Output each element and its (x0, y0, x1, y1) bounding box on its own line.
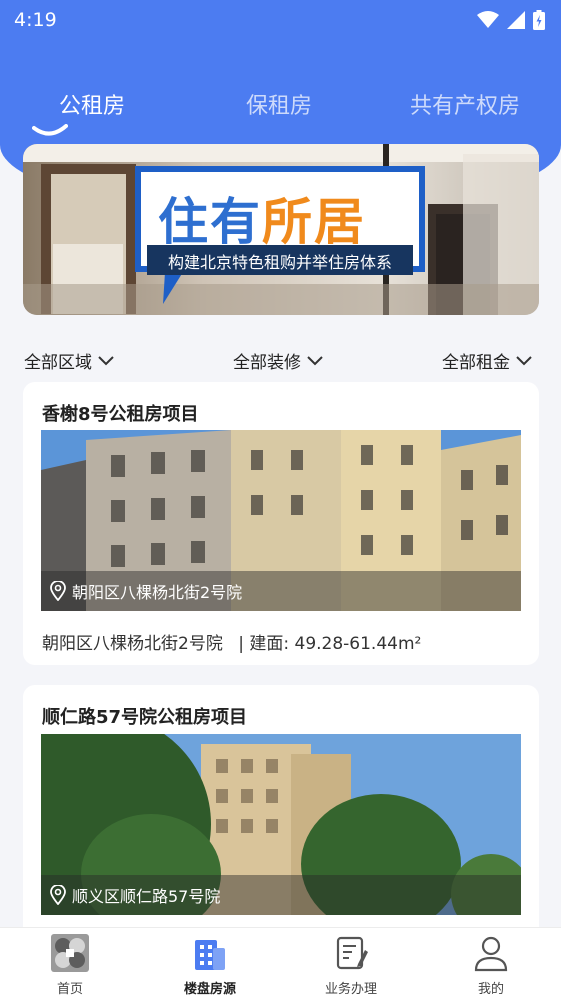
active-tab-indicator (32, 124, 68, 136)
nav-label-home: 首页 (56, 982, 83, 997)
banner-subtitle: 构建北京特色租购并举住房体系 (167, 253, 392, 272)
filter-rent-label: 全部租金 (442, 353, 510, 373)
listing-card[interactable]: 顺仁路57号院公租房项目 顺义区顺仁路57号院 (23, 685, 539, 945)
filter-rent[interactable]: 全部租金 (442, 348, 532, 373)
nav-label-listings: 楼盘房源 (183, 982, 236, 997)
nav-label-profile: 我的 (477, 982, 504, 997)
home-logo-icon (51, 934, 89, 972)
status-icons (477, 10, 545, 30)
status-time: 4:19 (14, 9, 57, 31)
banner-headline: 住有所居 (158, 182, 366, 254)
listing-location: 顺义区顺仁路57号院 (72, 887, 221, 906)
listing-location-strip: 顺义区顺仁路57号院 (41, 875, 521, 915)
bottom-navigation: 首页 楼盘房源 业务办理 我的 (0, 927, 561, 999)
listing-location: 朝阳区八棵杨北街2号院 (72, 583, 243, 602)
nav-item-listings[interactable]: 楼盘房源 (140, 928, 280, 999)
listing-title: 香榭8号公租房项目 (42, 404, 199, 425)
banner-headline-part2: 所居 (262, 193, 366, 251)
tab-affordable-rental[interactable]: 保租房 (246, 88, 312, 120)
filter-region[interactable]: 全部区域 (24, 348, 114, 373)
chevron-down-icon (307, 355, 323, 365)
chevron-down-icon (98, 355, 114, 365)
filter-region-label: 全部区域 (24, 353, 92, 373)
location-pin-icon (50, 581, 66, 601)
filter-decoration[interactable]: 全部装修 (233, 348, 323, 373)
promo-banner[interactable]: 住有所居 构建北京特色租购并举住房体系 (23, 144, 539, 315)
nav-item-home[interactable]: 首页 (0, 928, 140, 999)
nav-label-services: 业务办理 (324, 982, 377, 997)
nav-item-services[interactable]: 业务办理 (281, 928, 421, 999)
listing-photo: 顺义区顺仁路57号院 (41, 734, 521, 915)
listing-address: 朝阳区八棵杨北街2号院 (42, 634, 223, 654)
chevron-down-icon (516, 355, 532, 365)
signal-icon (507, 11, 525, 29)
building-icon (195, 940, 225, 970)
listing-title: 顺仁路57号院公租房项目 (42, 707, 248, 728)
listing-photo: 朝阳区八棵杨北街2号院 (41, 430, 521, 611)
category-tabs: 公租房 保租房 共有产权房 (0, 88, 561, 128)
nav-item-profile[interactable]: 我的 (421, 928, 561, 999)
status-bar: 4:19 (0, 0, 561, 40)
tab-public-rental[interactable]: 公租房 (59, 88, 125, 120)
listing-location-strip: 朝阳区八棵杨北街2号院 (41, 571, 521, 611)
listing-area: | 建面: 49.28-61.44m² (238, 634, 422, 654)
battery-icon (533, 10, 545, 30)
tab-shared-ownership[interactable]: 共有产权房 (410, 88, 520, 120)
wifi-icon (477, 11, 499, 28)
location-pin-icon (50, 885, 66, 905)
filter-bar: 全部区域 全部装修 全部租金 (0, 348, 561, 378)
listing-details: 朝阳区八棵杨北街2号院 | 建面: 49.28-61.44m² (42, 629, 421, 654)
user-icon (474, 936, 508, 972)
filter-decoration-label: 全部装修 (233, 353, 301, 373)
listing-card[interactable]: 香榭8号公租房项目 朝阳区八棵杨北街2号院 朝阳区八棵杨北街2号院 | 建面: … (23, 382, 539, 665)
document-edit-icon (336, 936, 368, 970)
banner-headline-part1: 住有 (158, 193, 262, 251)
